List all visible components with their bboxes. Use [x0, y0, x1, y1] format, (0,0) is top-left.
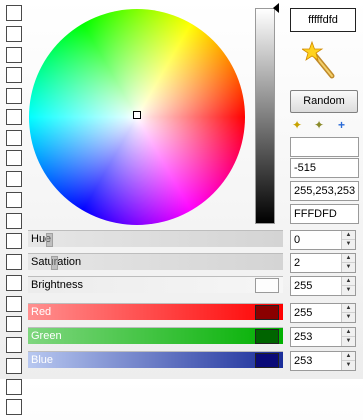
color-swatch[interactable]: [6, 212, 22, 229]
red-up-button[interactable]: ▲: [342, 304, 355, 313]
star-up-icon[interactable]: ✦: [292, 118, 302, 132]
red-value[interactable]: 255: [294, 304, 312, 322]
saturation-slider[interactable]: Saturation: [28, 253, 283, 270]
blue-label: Blue: [31, 354, 54, 366]
red-end-swatch: [255, 305, 279, 320]
red-down-button[interactable]: ▼: [342, 313, 355, 322]
color-swatch[interactable]: [6, 233, 22, 250]
hue-up-button[interactable]: ▲: [342, 231, 355, 240]
hue-spinner[interactable]: 0 ▲ ▼: [290, 230, 356, 250]
brightness-down-button[interactable]: ▼: [342, 286, 355, 295]
magic-wand-icon[interactable]: [302, 40, 336, 80]
hue-value[interactable]: 0: [294, 231, 300, 249]
star-down-icon[interactable]: ✦: [314, 118, 324, 132]
color-swatch[interactable]: [6, 129, 22, 146]
brightness-label: Brightness: [31, 279, 83, 291]
color-swatch[interactable]: [6, 88, 22, 104]
green-value[interactable]: 253: [294, 328, 312, 346]
saturation-spinner[interactable]: 2 ▲ ▼: [290, 253, 356, 273]
color-swatch[interactable]: [6, 46, 22, 63]
color-swatch[interactable]: [6, 5, 22, 21]
swatch-column: [6, 5, 22, 420]
color-swatch[interactable]: [6, 254, 22, 270]
saturation-value[interactable]: 2: [294, 254, 300, 272]
brightness-bar-pointer[interactable]: [273, 3, 279, 13]
color-swatch[interactable]: [6, 108, 22, 125]
color-swatch[interactable]: [6, 378, 22, 395]
saturation-up-button[interactable]: ▲: [342, 254, 355, 263]
color-swatch[interactable]: [6, 67, 22, 84]
color-swatch[interactable]: [6, 337, 22, 353]
color-swatch[interactable]: [6, 357, 22, 374]
red-slider[interactable]: Red: [28, 303, 283, 320]
red-label: Red: [31, 306, 52, 318]
green-label: Green: [31, 330, 62, 342]
hue-slider[interactable]: Hue: [28, 230, 283, 247]
brightness-slider[interactable]: Brightness: [28, 276, 283, 293]
hue-down-button[interactable]: ▼: [342, 240, 355, 249]
blue-down-button[interactable]: ▼: [342, 361, 355, 370]
color-swatch[interactable]: [6, 399, 22, 416]
green-up-button[interactable]: ▲: [342, 328, 355, 337]
hex-field[interactable]: FFFDFD: [290, 204, 359, 224]
saturation-down-button[interactable]: ▼: [342, 263, 355, 272]
blank-field[interactable]: [290, 137, 359, 157]
brightness-value[interactable]: 255: [294, 277, 312, 295]
green-spinner[interactable]: 253 ▲ ▼: [290, 327, 356, 347]
saturation-knob[interactable]: [51, 256, 58, 270]
color-swatch[interactable]: [6, 150, 22, 167]
brightness-spinner[interactable]: 255 ▲ ▼: [290, 276, 356, 296]
blue-spinner[interactable]: 253 ▲ ▼: [290, 351, 356, 371]
color-wheel[interactable]: [29, 9, 245, 225]
blue-slider[interactable]: Blue: [28, 351, 283, 368]
green-end-swatch: [255, 329, 279, 344]
brightness-up-button[interactable]: ▲: [342, 277, 355, 286]
random-button[interactable]: Random: [290, 90, 358, 113]
toolbar-icons: ✦ ✦ +: [290, 118, 356, 132]
color-swatch[interactable]: [6, 274, 22, 291]
brightness-bar[interactable]: [255, 8, 275, 224]
hue-knob[interactable]: [46, 233, 53, 247]
green-slider[interactable]: Green: [28, 327, 283, 344]
hex-display: fffffdfd: [290, 8, 356, 32]
plus-icon[interactable]: +: [338, 118, 345, 132]
red-spinner[interactable]: 255 ▲ ▼: [290, 303, 356, 323]
blue-up-button[interactable]: ▲: [342, 352, 355, 361]
blue-end-swatch: [255, 353, 279, 368]
color-swatch[interactable]: [6, 25, 22, 42]
blue-value[interactable]: 253: [294, 352, 312, 370]
color-swatch[interactable]: [6, 191, 22, 208]
integer-field[interactable]: -515: [290, 158, 359, 178]
color-swatch[interactable]: [6, 171, 22, 187]
wheel-selection-marker[interactable]: [133, 111, 141, 119]
brightness-end-swatch: [255, 278, 279, 293]
green-down-button[interactable]: ▼: [342, 337, 355, 346]
color-swatch[interactable]: [6, 316, 22, 333]
color-swatch[interactable]: [6, 295, 22, 312]
rgb-field[interactable]: 255,253,253: [290, 181, 359, 201]
